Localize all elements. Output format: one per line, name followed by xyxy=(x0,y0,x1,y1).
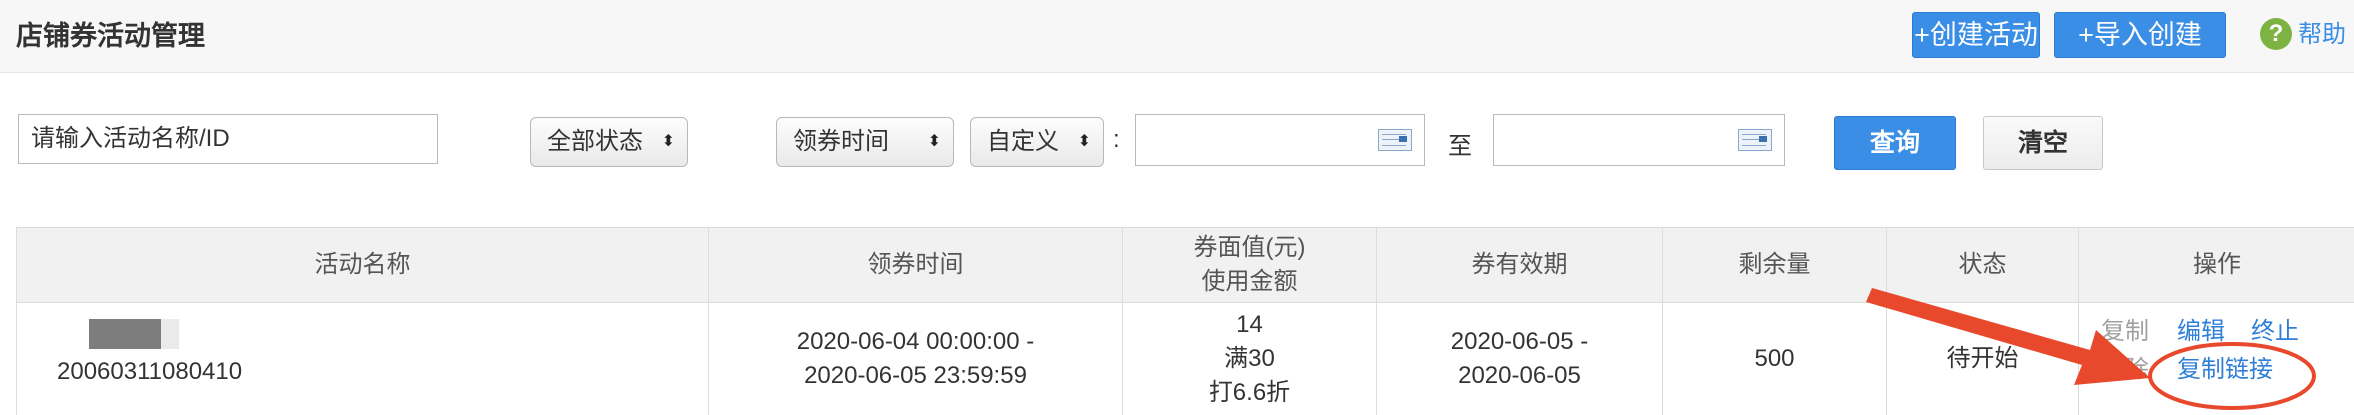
annotation-highlight-ellipse xyxy=(2148,342,2316,410)
annotation-arrow-shape xyxy=(1866,288,2150,385)
annotation-arrow xyxy=(1866,288,2316,410)
